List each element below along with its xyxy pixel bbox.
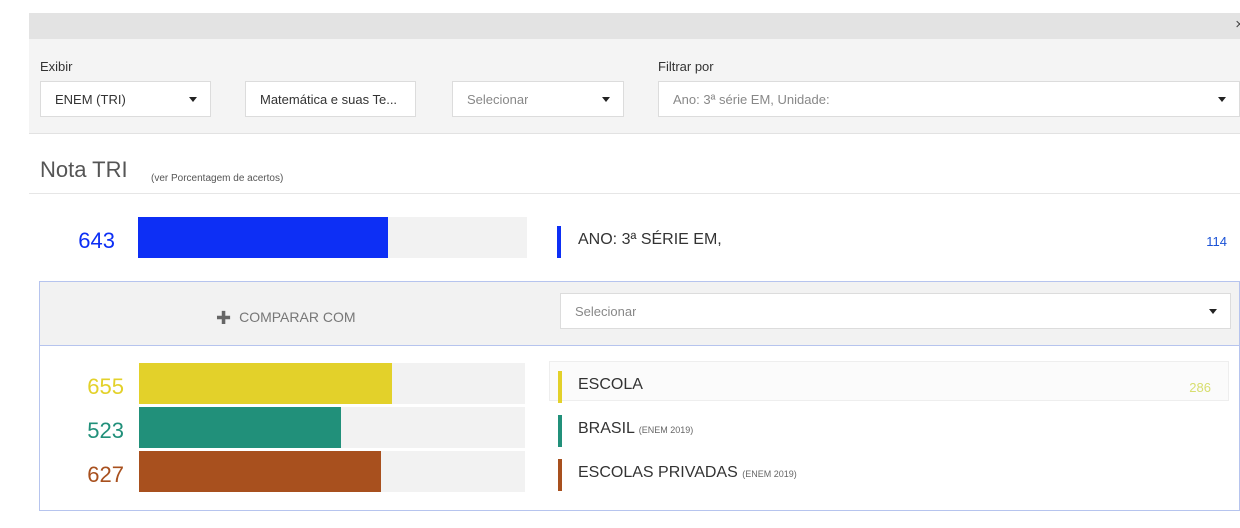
row-score-track: [139, 363, 525, 404]
row-legend-label: ESCOLAS PRIVADAS (ENEM 2019): [578, 464, 797, 481]
row-legend-label: BRASIL (ENEM 2019): [578, 420, 694, 437]
compare-select[interactable]: Selecionar: [560, 293, 1231, 329]
row-legend-marker: [558, 371, 562, 403]
escola-legend-card: [549, 361, 1229, 401]
compare-button-label: COMPARAR COM: [239, 309, 356, 325]
row-score-track: [139, 451, 525, 492]
filter-label: Filtrar por: [658, 59, 714, 74]
subject-select[interactable]: Matemática e suas Te...: [245, 81, 416, 117]
chevron-down-icon: [602, 97, 610, 102]
row-score-bar: [139, 363, 392, 404]
divider: [29, 193, 1240, 194]
row-score: 655: [87, 374, 124, 399]
comparison-panel: × Exibir Filtrar por ENEM (TRI) Matemáti…: [29, 13, 1240, 528]
main-legend-marker: [557, 226, 561, 258]
compare-button[interactable]: ✚ COMPARAR COM: [216, 306, 356, 328]
plus-icon: ✚: [216, 308, 232, 328]
main-legend-label: ANO: 3ª SÉRIE EM,: [578, 231, 722, 248]
percent-link[interactable]: (ver Porcentagem de acertos): [151, 173, 283, 184]
exam-select[interactable]: ENEM (TRI): [40, 81, 211, 117]
compare-select-value: Selecionar: [575, 304, 637, 319]
subject-select-value: Matemática e suas Te...: [260, 92, 398, 107]
main-score: 643: [78, 228, 115, 253]
chevron-down-icon: [189, 97, 197, 102]
main-score-track: [138, 217, 527, 258]
option-select-value: Selecionar: [467, 92, 529, 107]
exam-select-value: ENEM (TRI): [55, 92, 126, 107]
main-count: 114: [1206, 234, 1227, 249]
chevron-down-icon: [1218, 97, 1226, 102]
title-bar: ×: [29, 13, 1240, 39]
option-select[interactable]: Selecionar: [452, 81, 624, 117]
filter-select-value: Ano: 3ª série EM, Unidade:: [673, 92, 830, 107]
main-score-bar: [138, 217, 389, 258]
row-score: 523: [87, 418, 124, 443]
row-score-bar: [139, 451, 382, 492]
row-legend-marker: [558, 415, 562, 447]
row-legend-label: ESCOLA: [578, 376, 643, 393]
chevron-down-icon: [1209, 309, 1217, 314]
page-title: Nota TRI: [40, 157, 128, 182]
filter-bar: Exibir Filtrar por ENEM (TRI) Matemática…: [29, 39, 1240, 134]
row-score-track: [139, 407, 525, 448]
row-score: 627: [87, 462, 124, 487]
filter-select[interactable]: Ano: 3ª série EM, Unidade:: [658, 81, 1240, 117]
row-score-bar: [139, 407, 341, 448]
display-label: Exibir: [40, 59, 73, 74]
row-legend-marker: [558, 459, 562, 491]
compare-row: ✚ COMPARAR COM Selecionar: [40, 282, 1239, 346]
close-button[interactable]: ×: [1235, 16, 1240, 33]
row-count: 286: [1189, 380, 1211, 395]
